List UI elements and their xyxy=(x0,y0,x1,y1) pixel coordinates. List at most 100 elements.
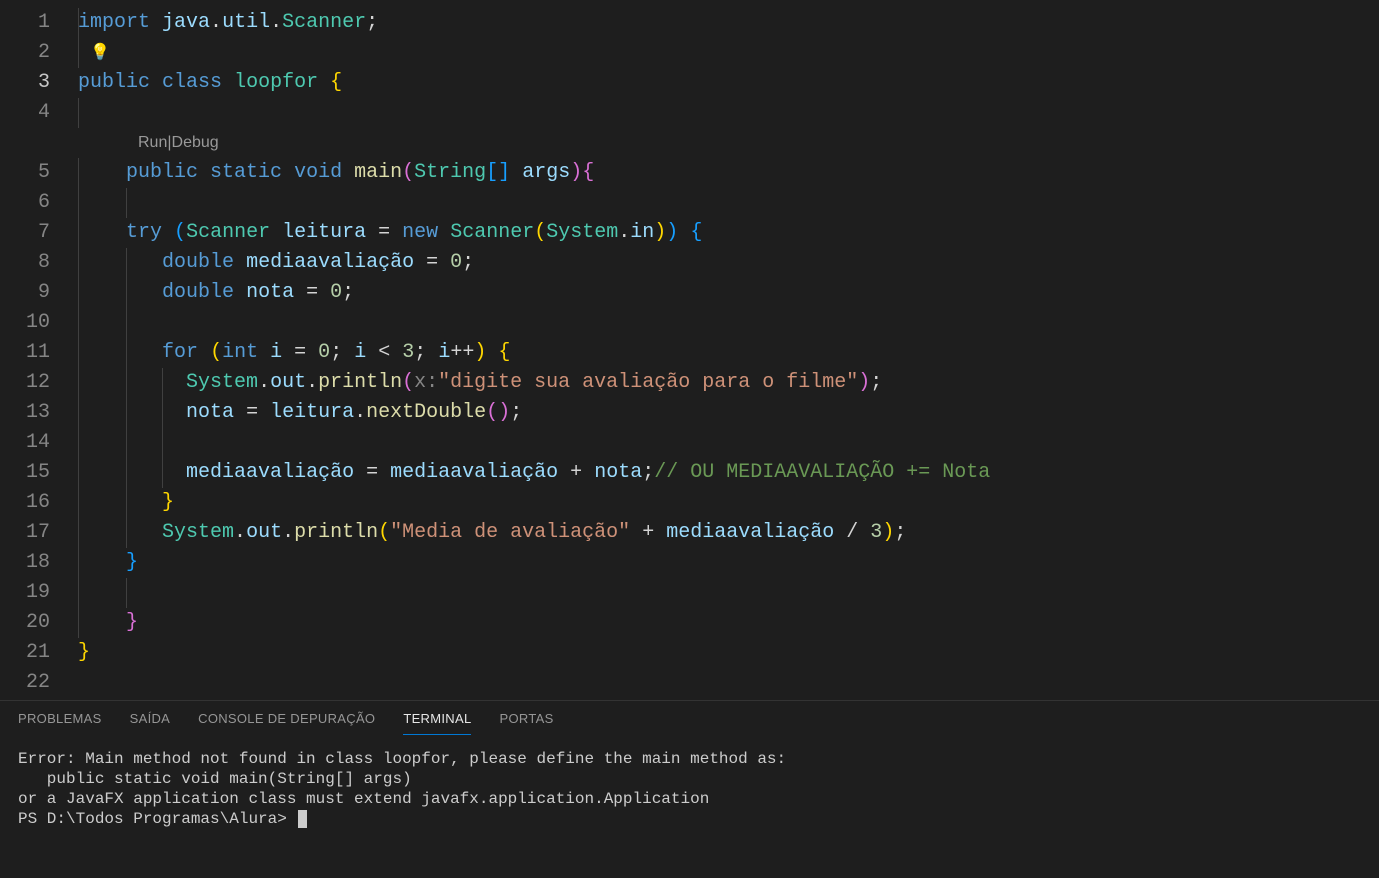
keyword-public: public xyxy=(78,68,150,98)
code-line[interactable]: 💡 xyxy=(78,38,1379,68)
code-line[interactable] xyxy=(78,668,1379,698)
code-line[interactable]: } xyxy=(78,638,1379,668)
line-number: 3 xyxy=(0,68,50,98)
code-line[interactable]: nota = leitura.nextDouble(); xyxy=(78,398,1379,428)
fn: println xyxy=(294,518,378,548)
terminal-line: or a JavaFX application class must exten… xyxy=(18,790,709,808)
var: leitura xyxy=(270,398,354,428)
line-number: 6 xyxy=(0,188,50,218)
code-line[interactable]: System.out.println("Media de avaliação" … xyxy=(78,518,1379,548)
num: 0 xyxy=(318,338,330,368)
code-line[interactable] xyxy=(78,578,1379,608)
kw-for: for xyxy=(162,338,198,368)
code-line[interactable]: double mediaavaliação = 0; xyxy=(78,248,1379,278)
codelens-run[interactable]: Run xyxy=(138,128,167,158)
terminal-output[interactable]: Error: Main method not found in class lo… xyxy=(0,735,1379,829)
line-number: 19 xyxy=(0,578,50,608)
type: System xyxy=(186,368,258,398)
string: "digite sua avaliação para o filme" xyxy=(438,368,858,398)
fn-main: main xyxy=(354,158,402,188)
code-line[interactable]: public class loopfor { xyxy=(78,68,1379,98)
line-number: 15 xyxy=(0,458,50,488)
type-scanner: Scanner xyxy=(282,8,366,38)
code-line[interactable]: double nota = 0; xyxy=(78,278,1379,308)
terminal-cursor xyxy=(298,810,307,828)
line-number: 12 xyxy=(0,368,50,398)
kw: double xyxy=(162,248,234,278)
kw: double xyxy=(162,278,234,308)
kw-try: try xyxy=(126,218,162,248)
var: nota xyxy=(594,458,642,488)
code-area[interactable]: import java.util.Scanner; 💡 public class… xyxy=(78,0,1379,700)
line-number: 18 xyxy=(0,548,50,578)
kw: static xyxy=(210,158,282,188)
line-number: 8 xyxy=(0,248,50,278)
tab-output[interactable]: SAÍDA xyxy=(130,711,171,735)
code-line[interactable] xyxy=(78,428,1379,458)
var: i xyxy=(354,338,366,368)
tab-ports[interactable]: PORTAS xyxy=(499,711,553,735)
terminal-line: public static void main(String[] args) xyxy=(18,770,412,788)
comment: // OU MEDIAAVALIAÇÃO += Nota xyxy=(654,458,990,488)
code-line[interactable]: public static void main(String[] args){ xyxy=(78,158,1379,188)
code-line[interactable]: } xyxy=(78,548,1379,578)
line-number: 10 xyxy=(0,308,50,338)
type: Scanner xyxy=(186,218,270,248)
code-line[interactable] xyxy=(78,308,1379,338)
terminal-line: Error: Main method not found in class lo… xyxy=(18,750,786,768)
keyword-import: import xyxy=(78,8,150,38)
line-number: 13 xyxy=(0,398,50,428)
code-lens: Run | Debug xyxy=(78,128,1379,158)
code-line[interactable]: import java.util.Scanner; xyxy=(78,8,1379,38)
var: mediaavaliação xyxy=(390,458,558,488)
type: System xyxy=(162,518,234,548)
inlay-hint: x: xyxy=(414,368,438,398)
fn: println xyxy=(318,368,402,398)
code-line[interactable]: mediaavaliação = mediaavaliação + nota;/… xyxy=(78,458,1379,488)
num: 0 xyxy=(450,248,462,278)
line-number: 14 xyxy=(0,428,50,458)
code-line[interactable]: } xyxy=(78,608,1379,638)
var: i xyxy=(270,338,282,368)
code-line[interactable]: } xyxy=(78,488,1379,518)
line-number: 22 xyxy=(0,668,50,698)
ctor: Scanner xyxy=(450,218,534,248)
code-line[interactable]: try (Scanner leitura = new Scanner(Syste… xyxy=(78,218,1379,248)
lightbulb-icon[interactable]: 💡 xyxy=(78,38,110,68)
code-editor[interactable]: 1 2 3 4 5 6 7 8 9 10 11 12 13 14 15 16 1… xyxy=(0,0,1379,700)
tab-debug-console[interactable]: CONSOLE DE DEPURAÇÃO xyxy=(198,711,375,735)
num: 0 xyxy=(330,278,342,308)
var: nota xyxy=(186,398,234,428)
num: 3 xyxy=(402,338,414,368)
line-number: 9 xyxy=(0,278,50,308)
class-name: loopfor xyxy=(234,68,318,98)
line-number: 21 xyxy=(0,638,50,668)
codelens-debug[interactable]: Debug xyxy=(172,128,219,158)
line-number: 5 xyxy=(0,158,50,188)
code-line[interactable]: System.out.println(x:"digite sua avaliaç… xyxy=(78,368,1379,398)
fn: nextDouble xyxy=(366,398,486,428)
bottom-panel: PROBLEMAS SAÍDA CONSOLE DE DEPURAÇÃO TER… xyxy=(0,700,1379,878)
line-number: 17 xyxy=(0,518,50,548)
field: out xyxy=(270,368,306,398)
var: nota xyxy=(246,278,294,308)
tab-terminal[interactable]: TERMINAL xyxy=(403,711,471,735)
line-number: 1 xyxy=(0,8,50,38)
num: 3 xyxy=(870,518,882,548)
pkg-util: util xyxy=(222,8,270,38)
tab-problems[interactable]: PROBLEMAS xyxy=(18,711,102,735)
code-line[interactable] xyxy=(78,188,1379,218)
pkg-java: java xyxy=(162,8,210,38)
code-line[interactable]: for (int i = 0; i < 3; i++) { xyxy=(78,338,1379,368)
panel-tab-bar: PROBLEMAS SAÍDA CONSOLE DE DEPURAÇÃO TER… xyxy=(0,701,1379,735)
var: leitura xyxy=(282,218,366,248)
kw-new: new xyxy=(402,218,438,248)
var: mediaavaliação xyxy=(186,458,354,488)
keyword-class: class xyxy=(162,68,222,98)
kw: public xyxy=(126,158,198,188)
line-number: 20 xyxy=(0,608,50,638)
terminal-prompt: PS D:\Todos Programas\Alura> xyxy=(18,810,296,828)
code-line[interactable] xyxy=(78,98,1379,128)
brace-open: { xyxy=(330,68,342,98)
var: mediaavaliação xyxy=(666,518,834,548)
